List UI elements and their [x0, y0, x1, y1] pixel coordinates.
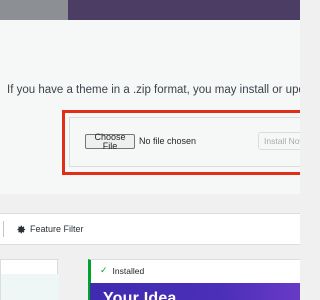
choose-file-button[interactable]: Choose File	[85, 132, 135, 150]
installed-label: Installed	[112, 265, 145, 276]
filter-divider	[0, 221, 4, 237]
theme-card-left-preview	[1, 274, 59, 300]
gear-icon	[17, 225, 26, 233]
upload-help-text: If you have a theme in a .zip format, yo…	[7, 84, 300, 96]
file-status-text: No file chosen	[139, 136, 197, 146]
installed-status: ✓ Installed	[100, 265, 144, 276]
admin-bar-tab[interactable]	[0, 0, 68, 20]
install-now-button[interactable]: Install Now	[258, 132, 300, 150]
theme-card-left[interactable]	[0, 259, 59, 300]
check-icon: ✓	[100, 265, 108, 275]
theme-upload-page: If you have a theme in a .zip format, yo…	[0, 0, 300, 300]
theme-preview-heading: Your Idea	[103, 290, 177, 300]
feature-filter-button[interactable]: Feature Filter	[17, 223, 84, 235]
feature-filter-label: Feature Filter	[30, 224, 84, 234]
